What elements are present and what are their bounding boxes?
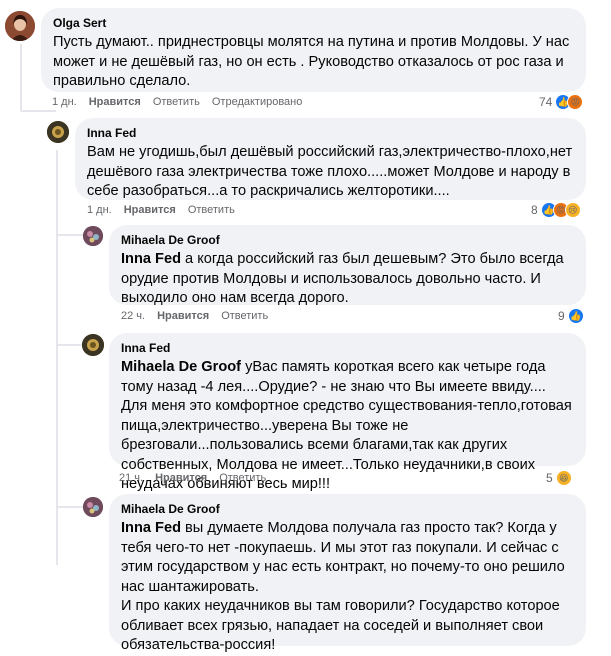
comment-bubble: Mihaela De Groof Inna Fed вы думаете Мол… (109, 494, 586, 653)
reply-button[interactable]: Ответить (221, 310, 268, 322)
comment-bubble: Olga Sert Пусть думают.. приднестровцы м… (41, 8, 586, 92)
reaction-count: 8 (531, 203, 538, 217)
comment-bubble: Inna Fed Mihaela De Groof уВас память ко… (109, 333, 586, 492)
comment-author[interactable]: Inna Fed (87, 126, 574, 141)
like-button[interactable]: Нравится (157, 310, 209, 322)
mention-link[interactable]: Inna Fed (121, 251, 181, 267)
thread-line (20, 110, 56, 112)
comment-text: Пусть думают.. приднестровцы молятся на … (53, 34, 570, 89)
reaction-summary[interactable]: 74 👍 😡 (539, 94, 584, 110)
comment-body: вы думаете Молдова получала газ просто т… (121, 520, 565, 653)
comment-actions: 21 ч. Нравится Ответить (119, 472, 278, 484)
like-button[interactable]: Нравится (155, 472, 207, 484)
comment-body: а когда российский газ был дешевым? Это … (121, 251, 564, 306)
user-photo-icon (83, 497, 103, 517)
mention-link[interactable]: Mihaela De Groof (121, 359, 241, 375)
reaction-count: 5 (546, 471, 553, 485)
comment-actions: 1 дн. Нравится Ответить (87, 204, 247, 216)
reaction-summary[interactable]: 5 😆 (546, 470, 572, 486)
thread-line (56, 150, 58, 565)
comment-time[interactable]: 1 дн. (87, 204, 112, 216)
comment-text: Inna Fed вы думаете Молдова получала газ… (121, 519, 574, 656)
comment-text: Вам не угодишь,был дешёвый российский га… (87, 144, 573, 199)
avatar[interactable] (47, 121, 69, 143)
reply-button[interactable]: Ответить (188, 204, 235, 216)
user-photo-icon (47, 121, 69, 143)
comment-actions: 22 ч. Нравится Ответить (121, 310, 280, 322)
avatar[interactable] (83, 226, 103, 246)
thread-line (20, 44, 22, 110)
comment-time[interactable]: 1 дн. (52, 96, 77, 108)
comment-author[interactable]: Inna Fed (121, 341, 574, 356)
reaction-summary[interactable]: 8 👍 😡 😢 (531, 202, 581, 218)
comment-bubble: Inna Fed Вам не угодишь,был дешёвый росс… (75, 118, 586, 200)
user-photo-icon (82, 334, 104, 356)
reaction-summary[interactable]: 9 👍 (558, 308, 584, 324)
sad-icon: 😢 (564, 202, 581, 218)
avatar[interactable] (5, 11, 35, 41)
comment-author[interactable]: Mihaela De Groof (121, 502, 574, 517)
reply-button[interactable]: Ответить (153, 96, 200, 108)
reaction-count: 74 (539, 95, 553, 109)
comment-bubble: Mihaela De Groof Inna Fed а когда россий… (109, 225, 586, 306)
user-photo-icon (83, 226, 103, 246)
comment-time[interactable]: 22 ч. (121, 310, 145, 322)
reply-button[interactable]: Ответить (219, 472, 266, 484)
like-button[interactable]: Нравится (124, 204, 176, 216)
user-photo-icon (5, 11, 35, 41)
reaction-count: 9 (558, 309, 565, 323)
like-button[interactable]: Нравится (89, 96, 141, 108)
mention-link[interactable]: Inna Fed (121, 520, 181, 536)
comment-author[interactable]: Olga Sert (53, 16, 574, 31)
comment-text: Inna Fed а когда российский газ был деше… (121, 250, 574, 309)
angry-icon: 😡 (567, 94, 584, 110)
edited-label: Отредактировано (211, 96, 303, 108)
like-icon: 👍 (567, 308, 584, 324)
comment-time[interactable]: 21 ч. (119, 472, 143, 484)
avatar[interactable] (82, 334, 104, 356)
haha-icon: 😆 (555, 470, 572, 486)
comment-author[interactable]: Mihaela De Groof (121, 233, 574, 248)
comment-actions: 1 дн. Нравится Ответить Отредактировано (52, 96, 314, 108)
avatar[interactable] (83, 497, 103, 517)
